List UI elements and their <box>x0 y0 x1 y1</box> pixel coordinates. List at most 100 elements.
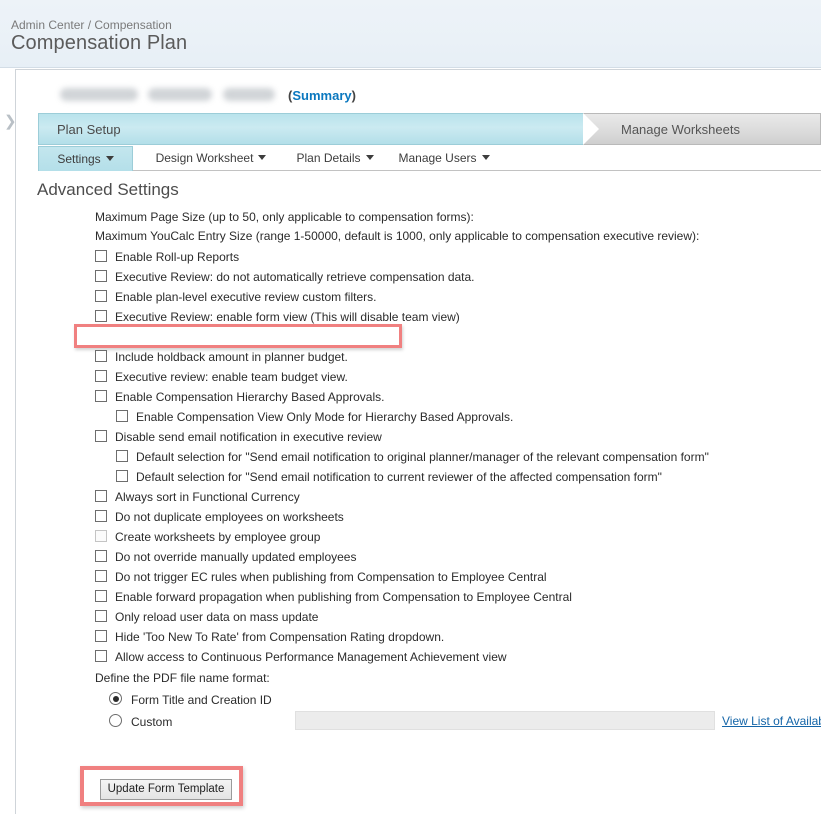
sub-tab-design-worksheet[interactable]: Design Worksheet <box>146 146 276 171</box>
main-tab-manage-worksheets[interactable]: Manage Worksheets <box>583 113 821 145</box>
checkbox-input[interactable] <box>95 509 107 522</box>
sub-tab-plan-details-label: Plan Details <box>296 151 361 165</box>
summary-close-paren: ) <box>351 88 356 104</box>
checkbox-row[interactable]: Enable forward propagation when publishi… <box>95 586 806 606</box>
checkbox-input[interactable] <box>95 369 107 382</box>
breadcrumb[interactable]: Admin Center / Compensation <box>11 18 172 32</box>
checkbox-row[interactable]: Allow edit of completed Compensation for… <box>74 324 806 348</box>
radio-row-custom[interactable]: Custom View List of Available Variables <box>109 710 821 732</box>
checkbox-row[interactable]: Always sort in Functional Currency <box>95 486 806 506</box>
checkbox-label: Executive Review: do not automatically r… <box>115 269 475 284</box>
radio-form-title-and-creation-id[interactable] <box>109 692 122 706</box>
custom-pdf-format-input[interactable] <box>295 711 715 730</box>
checkbox-row[interactable]: Enable Compensation View Only Mode for H… <box>116 406 806 426</box>
checkbox-label: Hide 'Too New To Rate' from Compensation… <box>115 629 445 644</box>
main-tab-manage-worksheets-label: Manage Worksheets <box>621 122 740 137</box>
update-form-template-highlight: Update Form Template <box>80 766 243 806</box>
view-available-variables-link[interactable]: View List of Available Variables <box>722 710 821 732</box>
plan-name-redacted-part-2 <box>148 88 213 102</box>
main-tab-plan-setup[interactable]: Plan Setup <box>38 113 599 145</box>
sub-tab-manage-users-label: Manage Users <box>398 151 477 165</box>
checkbox-input[interactable] <box>95 269 107 282</box>
checkbox-label: Allow access to Continuous Performance M… <box>115 649 507 664</box>
checkbox-input[interactable] <box>95 569 107 582</box>
plan-name-redacted-part-3 <box>222 88 275 102</box>
sub-tab-design-worksheet-label: Design Worksheet <box>155 151 254 165</box>
checkbox-label: Include holdback amount in planner budge… <box>115 349 348 364</box>
radio-custom[interactable] <box>109 714 122 728</box>
checkbox-label: Create worksheets by employee group <box>115 529 321 544</box>
checkbox-input[interactable] <box>95 649 107 662</box>
checkbox-label: Do not trigger EC rules when publishing … <box>115 569 547 584</box>
checkbox-row[interactable]: Default selection for "Send email notifi… <box>116 466 806 486</box>
radio-custom-label: Custom <box>131 714 173 729</box>
checkbox-input[interactable] <box>116 469 128 482</box>
checkbox-input[interactable] <box>95 589 107 602</box>
tab-notch-icon <box>583 113 599 145</box>
checkbox-label: Do not override manually updated employe… <box>115 549 357 564</box>
info-line-max-page-size: Maximum Page Size (up to 50, only applic… <box>95 210 474 224</box>
checkbox-row[interactable]: Executive review: enable team budget vie… <box>95 366 806 386</box>
checkbox-row[interactable]: Include holdback amount in planner budge… <box>95 346 806 366</box>
checkbox-input[interactable] <box>95 429 107 442</box>
checkbox-row[interactable]: Do not duplicate employees on worksheets <box>95 506 806 526</box>
checkbox-label: Enable Compensation Hierarchy Based Appr… <box>115 389 385 404</box>
checkbox-input[interactable] <box>116 449 128 462</box>
chevron-down-icon <box>481 155 490 160</box>
checkbox-list: Enable Roll-up Reports Executive Review: … <box>0 246 806 666</box>
info-line-max-youcalc-entry-size: Maximum YouCalc Entry Size (range 1-5000… <box>95 229 700 243</box>
checkbox-input[interactable] <box>95 289 107 302</box>
checkbox-row[interactable]: Executive Review: do not automatically r… <box>95 266 806 286</box>
checkbox-row[interactable]: Do not trigger EC rules when publishing … <box>95 566 806 586</box>
pdf-format-label: Define the PDF file name format: <box>95 671 270 685</box>
checkbox-input <box>95 529 107 542</box>
checkbox-row[interactable]: Disable send email notification in execu… <box>95 426 806 446</box>
checkbox-label: Enable forward propagation when publishi… <box>115 589 572 604</box>
update-form-template-button[interactable]: Update Form Template <box>100 779 232 800</box>
checkbox-input[interactable] <box>95 609 107 622</box>
checkbox-input[interactable] <box>95 349 107 362</box>
checkbox-input[interactable] <box>95 249 107 262</box>
checkbox-label: Enable Roll-up Reports <box>115 249 240 264</box>
main-tabs: Plan Setup Manage Worksheets <box>38 113 821 145</box>
checkbox-input[interactable] <box>95 489 107 502</box>
checkbox-row[interactable]: Default selection for "Send email notifi… <box>116 446 806 466</box>
section-title: Advanced Settings <box>37 180 179 199</box>
checkbox-row[interactable]: Create worksheets by employee group <box>95 526 806 546</box>
checkbox-label: Always sort in Functional Currency <box>115 489 300 504</box>
page-header: Admin Center / Compensation Compensation… <box>0 0 821 68</box>
checkbox-input[interactable] <box>95 309 107 322</box>
checkbox-label: Disable send email notification in execu… <box>115 429 382 444</box>
checkbox-input[interactable] <box>95 389 107 402</box>
checkbox-label: Executive Review: enable form view (This… <box>115 309 460 324</box>
checkbox-input[interactable] <box>116 409 128 422</box>
checkbox-row[interactable]: Do not override manually updated employe… <box>95 546 806 566</box>
checkbox-row[interactable]: Executive Review: enable form view (This… <box>95 306 806 326</box>
checkbox-row[interactable]: Enable plan-level executive review custo… <box>95 286 806 306</box>
panel-expand-chevron-icon[interactable]: ❯ <box>4 114 18 129</box>
radio-row-form-title[interactable]: Form Title and Creation ID <box>109 688 806 710</box>
checkbox-row[interactable]: Enable Compensation Hierarchy Based Appr… <box>95 386 806 406</box>
sub-tab-settings[interactable]: Settings <box>38 146 133 171</box>
sub-tab-plan-details[interactable]: Plan Details <box>283 146 387 171</box>
settings-body: Maximum Page Size (up to 50, only applic… <box>0 208 821 732</box>
highlight-box <box>74 324 402 348</box>
checkbox-label: Executive review: enable team budget vie… <box>115 369 348 384</box>
radio-form-title-label: Form Title and Creation ID <box>131 692 272 707</box>
chevron-down-icon <box>105 156 114 161</box>
summary-link[interactable]: (Summary) <box>288 88 356 103</box>
main-tab-plan-setup-label: Plan Setup <box>57 122 121 137</box>
checkbox-input[interactable] <box>95 549 107 562</box>
checkbox-row[interactable]: Hide 'Too New To Rate' from Compensation… <box>95 626 806 646</box>
checkbox-label: Default selection for "Send email notifi… <box>136 449 709 464</box>
summary-link-label: Summary <box>292 88 352 104</box>
sub-tab-settings-label: Settings <box>57 152 101 166</box>
checkbox-input[interactable] <box>95 629 107 642</box>
checkbox-row[interactable]: Only reload user data on mass update <box>95 606 806 626</box>
checkbox-label: Do not duplicate employees on worksheets <box>115 509 344 524</box>
sub-tab-manage-users[interactable]: Manage Users <box>386 146 502 171</box>
checkbox-row[interactable]: Allow access to Continuous Performance M… <box>95 646 806 666</box>
checkbox-row[interactable]: Enable Roll-up Reports <box>95 246 806 266</box>
sub-tabs: Settings Design Worksheet Plan Details M… <box>38 146 821 171</box>
chevron-down-icon <box>258 155 267 160</box>
